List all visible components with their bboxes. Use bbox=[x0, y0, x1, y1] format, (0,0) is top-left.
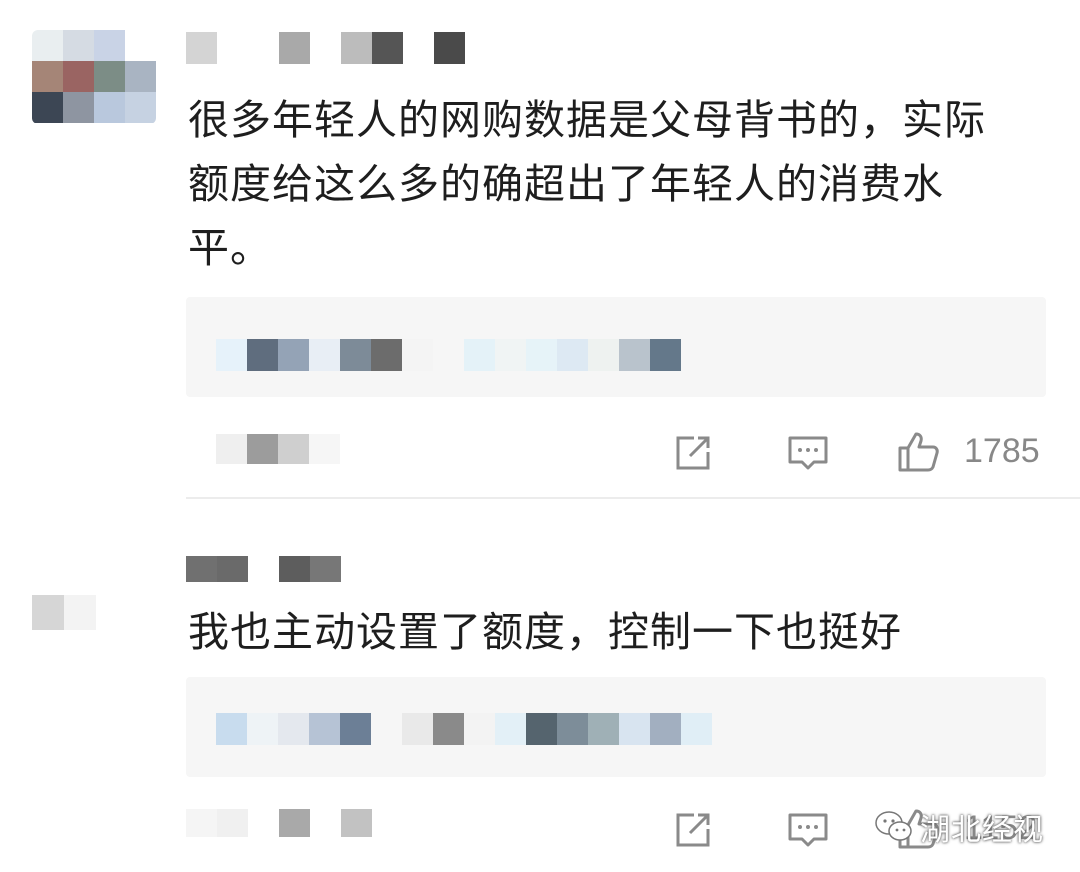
comment-text-line: 平。 bbox=[188, 224, 272, 272]
comment-text: 我也主动设置了额度，控制一下也挺好 bbox=[188, 600, 1048, 664]
like-count: 1785 bbox=[964, 432, 1040, 470]
comment-icon[interactable] bbox=[786, 807, 830, 851]
username[interactable] bbox=[186, 556, 341, 582]
share-icon[interactable] bbox=[672, 807, 716, 851]
reply-author bbox=[216, 713, 712, 745]
comment-item: 很多年轻人的网购数据是父母背书的，实际 额度给这么多的确超出了年轻人的消费水 平… bbox=[0, 0, 1080, 500]
reply-preview[interactable] bbox=[186, 297, 1046, 397]
comment-actions: 1785 bbox=[0, 420, 1080, 480]
reply-preview[interactable] bbox=[186, 677, 1046, 777]
thumbs-up-icon[interactable] bbox=[896, 430, 940, 474]
watermark-text: 湖北经视 bbox=[920, 813, 1044, 848]
comment-text-line: 很多年轻人的网购数据是父母背书的，实际 bbox=[188, 96, 986, 144]
wechat-icon bbox=[874, 810, 914, 844]
comment-text-line: 额度给这么多的确超出了年轻人的消费水 bbox=[188, 160, 944, 208]
comment-text: 很多年轻人的网购数据是父母背书的，实际 额度给这么多的确超出了年轻人的消费水 平… bbox=[188, 88, 1048, 280]
comment-icon[interactable] bbox=[786, 430, 830, 474]
timestamp bbox=[186, 809, 372, 837]
divider bbox=[186, 497, 1080, 499]
watermark: 湖北经视 bbox=[874, 805, 1044, 849]
reply-author bbox=[216, 339, 681, 371]
comment-item: 我也主动设置了额度，控制一下也挺好 1152 湖北经视 bbox=[0, 500, 1080, 872]
timestamp bbox=[216, 434, 340, 464]
comment-text-line: 我也主动设置了额度，控制一下也挺好 bbox=[188, 608, 902, 656]
avatar[interactable] bbox=[32, 30, 156, 124]
share-icon[interactable] bbox=[672, 430, 716, 474]
username[interactable] bbox=[186, 32, 465, 64]
avatar[interactable] bbox=[32, 560, 128, 630]
